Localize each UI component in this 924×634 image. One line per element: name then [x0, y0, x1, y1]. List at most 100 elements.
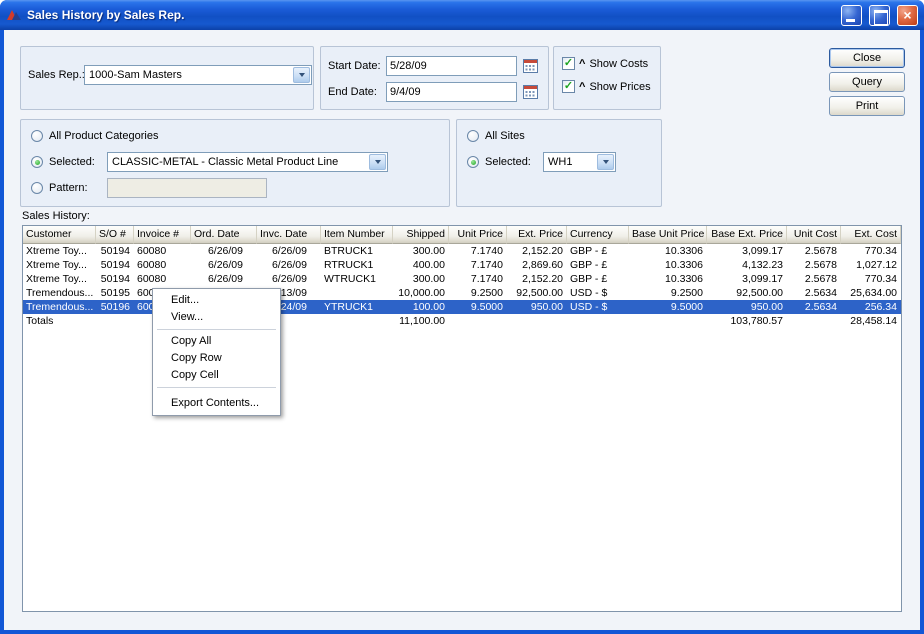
titlebar[interactable]: Sales History by Sales Rep. × [0, 0, 924, 30]
grid-cell[interactable]: 950.00 [707, 300, 787, 314]
start-date-calendar-button[interactable] [521, 57, 539, 74]
start-date-input[interactable] [386, 56, 517, 76]
grid-cell[interactable]: 4,132.23 [707, 258, 787, 272]
grid-cell[interactable]: 1,027.12 [841, 258, 901, 272]
grid-cell[interactable]: 2,152.20 [507, 272, 567, 286]
grid-cell[interactable]: RTRUCK1 [321, 258, 393, 272]
menu-item-copy-row[interactable]: Copy Row [155, 350, 278, 367]
grid-cell[interactable]: 770.34 [841, 272, 901, 286]
grid-cell[interactable]: 10.3306 [629, 272, 707, 286]
grid-cell[interactable]: 2,152.20 [507, 244, 567, 258]
grid-cell[interactable]: 7.1740 [449, 258, 507, 272]
grid-cell[interactable] [321, 314, 393, 328]
grid-cell[interactable]: 6/26/09 [257, 244, 321, 258]
grid-cell[interactable]: GBP - £ [567, 244, 629, 258]
all-product-categories-radio[interactable] [31, 130, 43, 142]
grid-cell[interactable]: WTRUCK1 [321, 272, 393, 286]
grid-cell[interactable]: GBP - £ [567, 258, 629, 272]
product-category-combo[interactable]: CLASSIC-METAL - Classic Metal Product Li… [107, 152, 388, 172]
grid-cell[interactable] [449, 314, 507, 328]
grid-cell[interactable] [629, 314, 707, 328]
grid-cell[interactable]: YTRUCK1 [321, 300, 393, 314]
close-button[interactable]: Close [829, 48, 905, 68]
grid-cell[interactable]: 50194 [96, 244, 134, 258]
end-date-input[interactable] [386, 82, 517, 102]
menu-item-copy-cell[interactable]: Copy Cell [155, 367, 278, 384]
grid-cell[interactable]: 6/26/09 [191, 258, 257, 272]
column-header-ord-date[interactable]: Ord. Date [191, 226, 257, 244]
product-pattern-radio[interactable] [31, 182, 43, 194]
maximize-button[interactable] [869, 5, 890, 26]
grid-cell[interactable]: 6/26/09 [257, 272, 321, 286]
grid-cell[interactable]: 7.1740 [449, 272, 507, 286]
grid-cell[interactable] [787, 314, 841, 328]
grid-cell[interactable]: 50194 [96, 258, 134, 272]
grid-cell[interactable]: 6/26/09 [257, 258, 321, 272]
site-combo[interactable]: WH1 [543, 152, 616, 172]
grid-cell[interactable]: 2.5634 [787, 286, 841, 300]
print-button[interactable]: Print [829, 96, 905, 116]
grid-cell[interactable]: 10.3306 [629, 258, 707, 272]
grid-cell[interactable]: Tremendous... [23, 300, 96, 314]
grid-cell[interactable] [96, 314, 134, 328]
grid-cell[interactable]: Totals [23, 314, 96, 328]
grid-cell[interactable] [507, 314, 567, 328]
grid-cell[interactable]: 2.5678 [787, 258, 841, 272]
grid-cell[interactable]: 6/26/09 [191, 272, 257, 286]
grid-cell[interactable]: 400.00 [393, 258, 449, 272]
grid-cell[interactable]: 300.00 [393, 272, 449, 286]
grid-cell[interactable]: 28,458.14 [841, 314, 901, 328]
grid-cell[interactable]: 10,000.00 [393, 286, 449, 300]
end-date-calendar-button[interactable] [521, 83, 539, 100]
grid-cell[interactable]: 92,500.00 [707, 286, 787, 300]
grid-cell[interactable]: 9.5000 [629, 300, 707, 314]
column-header-base-ext-price[interactable]: Base Ext. Price [707, 226, 787, 244]
grid-cell[interactable]: 300.00 [393, 244, 449, 258]
grid-cell[interactable]: 25,634.00 [841, 286, 901, 300]
grid-cell[interactable]: 6/26/09 [191, 244, 257, 258]
grid-cell[interactable]: 2,869.60 [507, 258, 567, 272]
grid-cell[interactable]: USD - $ [567, 300, 629, 314]
all-sites-radio[interactable] [467, 130, 479, 142]
site-selected-radio[interactable] [467, 156, 479, 168]
grid-row[interactable]: Xtreme Toy...50194600806/26/096/26/09BTR… [23, 244, 901, 258]
grid-cell[interactable]: 2.5678 [787, 244, 841, 258]
grid-cell[interactable]: 11,100.00 [393, 314, 449, 328]
product-category-combo-button[interactable] [369, 154, 386, 170]
grid-cell[interactable]: 770.34 [841, 244, 901, 258]
grid-cell[interactable]: Xtreme Toy... [23, 272, 96, 286]
grid-cell[interactable]: Tremendous... [23, 286, 96, 300]
product-selected-radio[interactable] [31, 156, 43, 168]
column-header-invoice[interactable]: Invoice # [134, 226, 191, 244]
show-costs-checkbox[interactable]: ✓ [562, 57, 575, 70]
grid-cell[interactable]: 9.2500 [449, 286, 507, 300]
show-prices-checkbox[interactable]: ✓ [562, 80, 575, 93]
grid-cell[interactable]: Xtreme Toy... [23, 258, 96, 272]
column-header-ext-cost[interactable]: Ext. Cost [841, 226, 901, 244]
grid-cell[interactable]: 103,780.57 [707, 314, 787, 328]
grid-cell[interactable]: 9.2500 [629, 286, 707, 300]
grid-cell[interactable]: GBP - £ [567, 272, 629, 286]
column-header-currency[interactable]: Currency [567, 226, 629, 244]
grid-cell[interactable]: 2.5678 [787, 272, 841, 286]
grid-cell[interactable]: 3,099.17 [707, 272, 787, 286]
sales-rep-combo[interactable]: 1000-Sam Masters [84, 65, 312, 85]
grid-cell[interactable]: 10.3306 [629, 244, 707, 258]
menu-item-edit[interactable]: Edit... [155, 292, 278, 309]
grid-cell[interactable]: 7.1740 [449, 244, 507, 258]
grid-cell[interactable]: 60080 [134, 244, 191, 258]
sales-rep-combo-button[interactable] [293, 67, 310, 83]
grid-row[interactable]: Xtreme Toy...50194600806/26/096/26/09RTR… [23, 258, 901, 272]
product-pattern-input[interactable] [107, 178, 267, 198]
column-header-shipped[interactable]: Shipped [393, 226, 449, 244]
menu-item-export-contents[interactable]: Export Contents... [155, 395, 278, 412]
column-header-customer[interactable]: Customer [23, 226, 96, 244]
grid-cell[interactable]: 50194 [96, 272, 134, 286]
grid-cell[interactable]: BTRUCK1 [321, 244, 393, 258]
column-header-unit-price[interactable]: Unit Price [449, 226, 507, 244]
grid-cell[interactable]: 256.34 [841, 300, 901, 314]
grid-cell[interactable]: 92,500.00 [507, 286, 567, 300]
grid-cell[interactable]: 100.00 [393, 300, 449, 314]
site-combo-button[interactable] [597, 154, 614, 170]
grid-cell[interactable]: Xtreme Toy... [23, 244, 96, 258]
